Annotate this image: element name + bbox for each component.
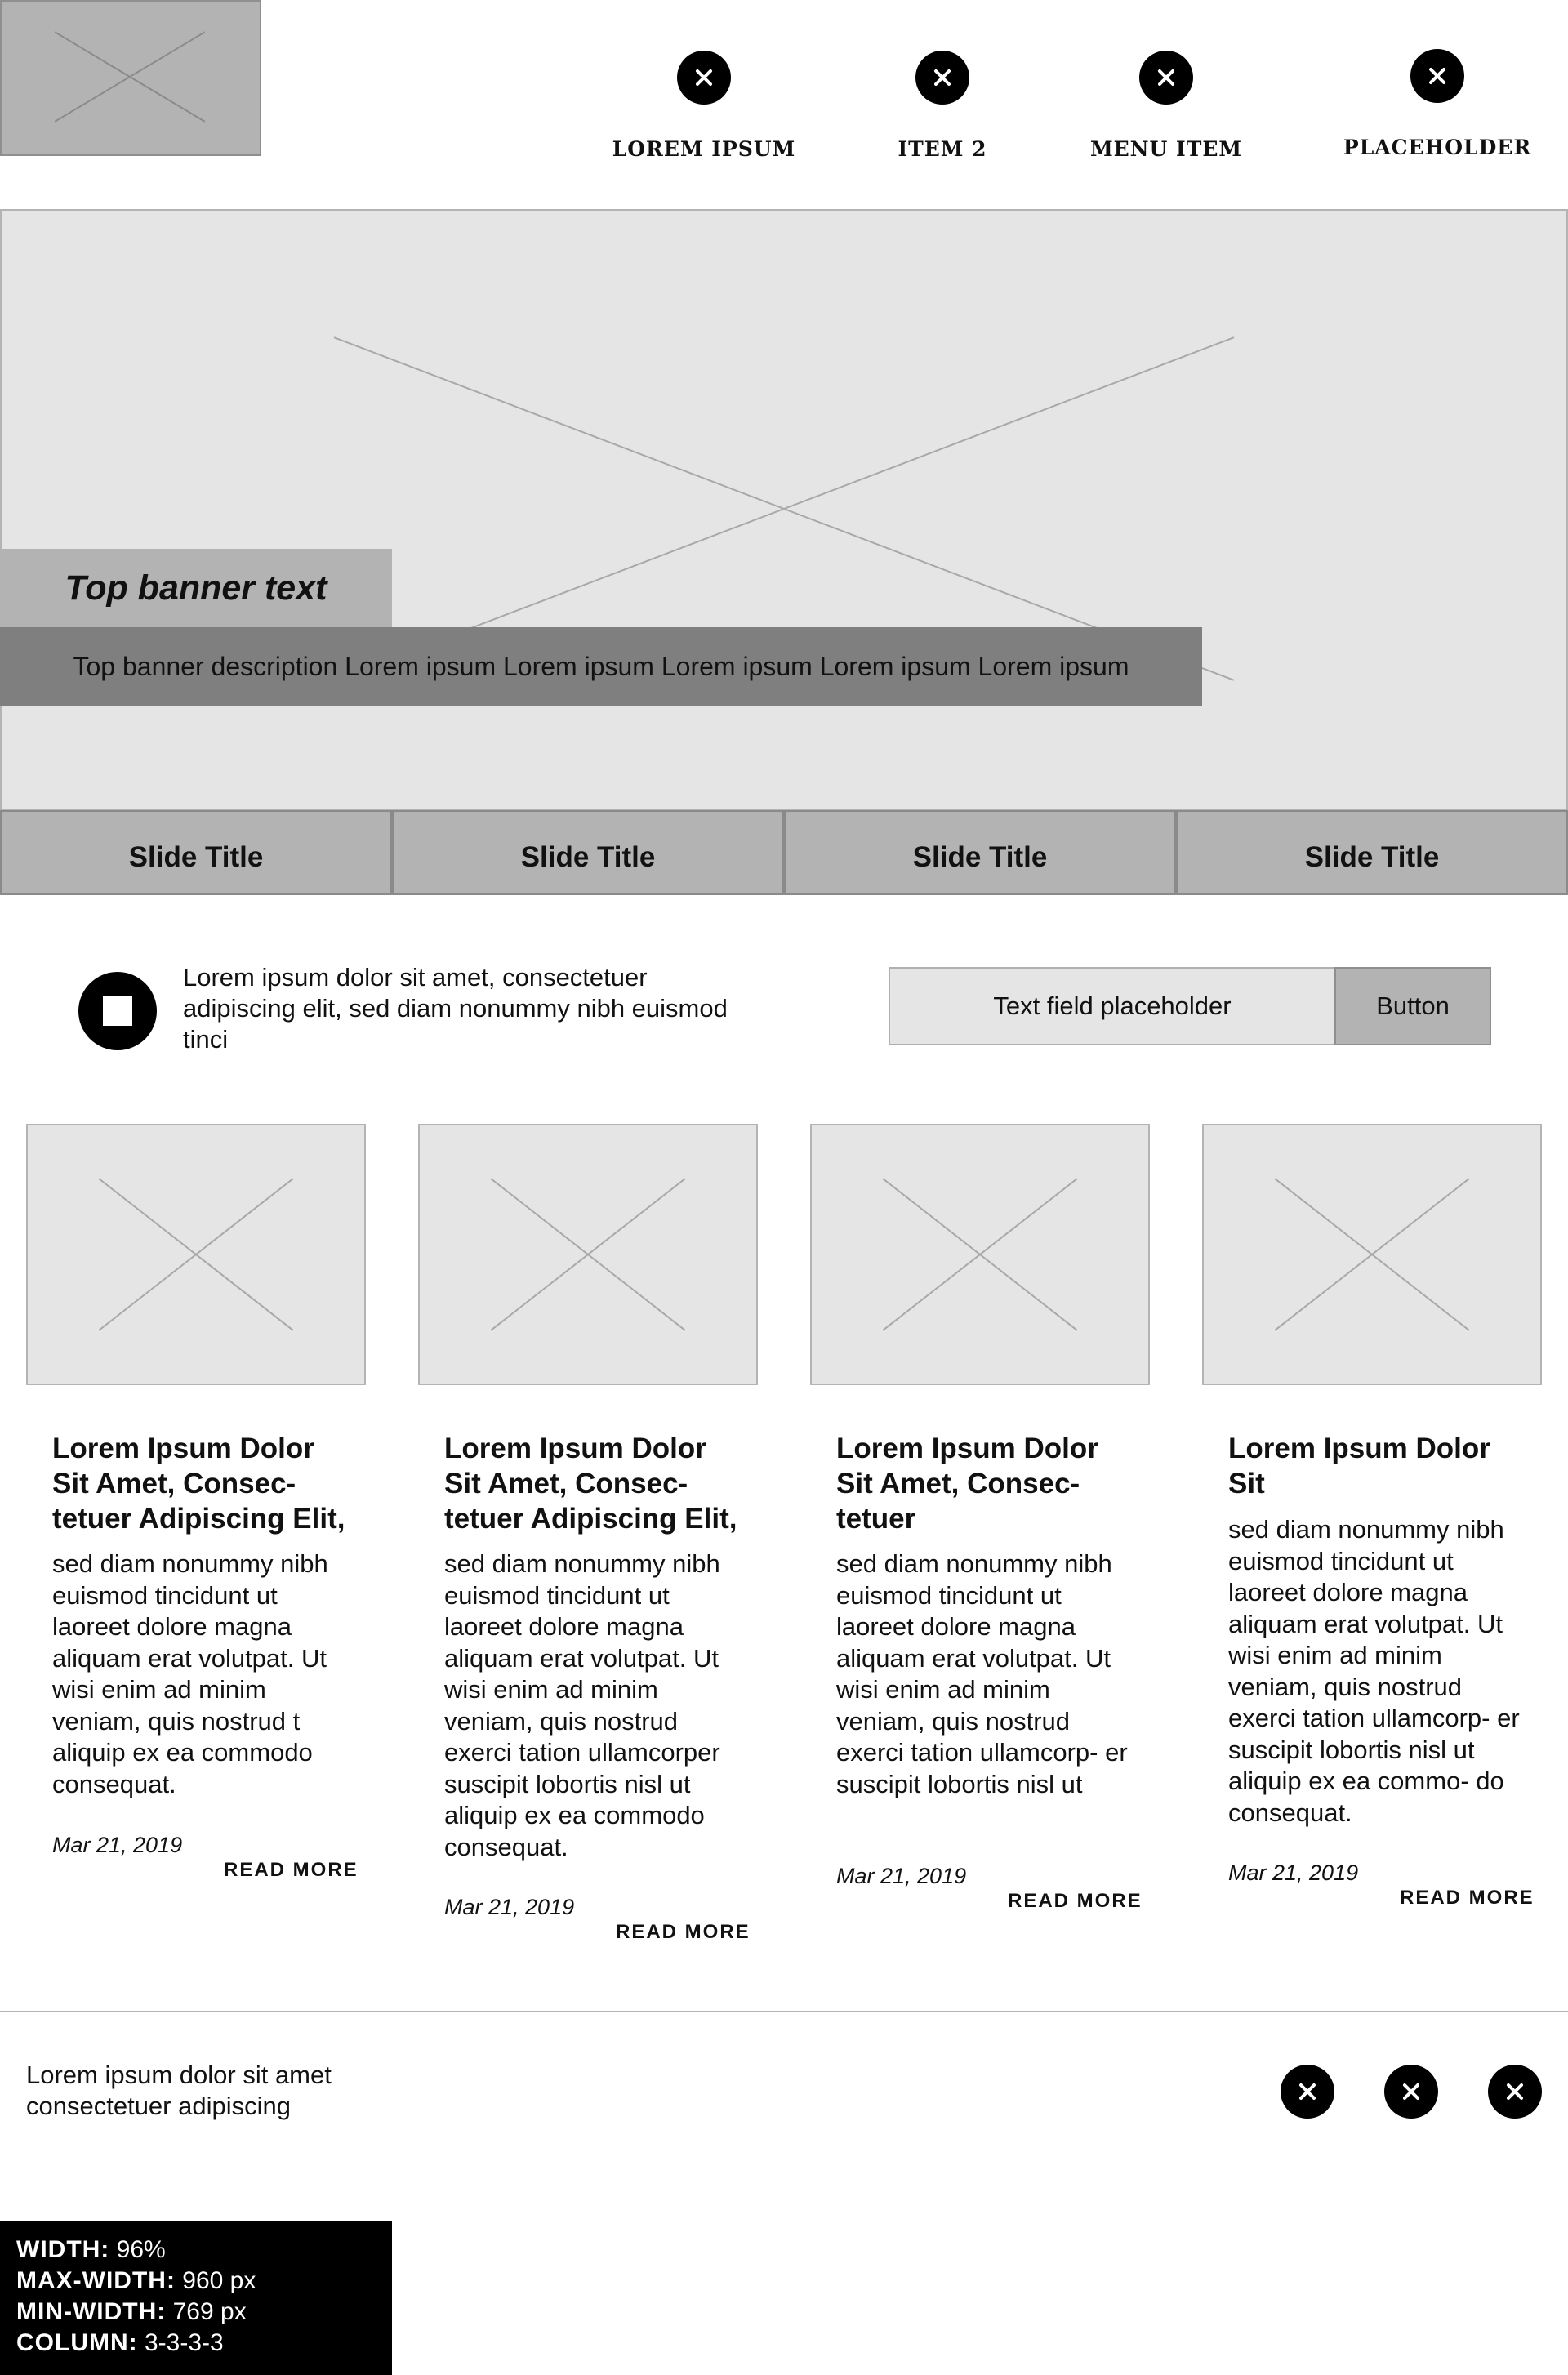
spec-value: 3-3-3-3 — [144, 2329, 224, 2356]
image-placeholder-icon — [54, 31, 206, 123]
card-title: Lorem Ipsum Dolor Sit — [1228, 1433, 1490, 1499]
nav-item-label: PLACEHOLDER — [1343, 136, 1532, 159]
nav-item-item-2[interactable]: ITEM 2 — [836, 51, 1049, 161]
slide-tab-4[interactable]: Slide Title — [1176, 810, 1568, 895]
spec-row: MAX-WIDTH: 960 px — [16, 2266, 392, 2297]
card-date: Mar 21, 2019 — [444, 1895, 575, 1919]
social-close-icon[interactable] — [1384, 2065, 1438, 2119]
hero-image-placeholder — [0, 209, 1568, 810]
image-placeholder-icon — [333, 336, 1235, 681]
logo-placeholder[interactable] — [0, 0, 261, 156]
read-more-link[interactable]: READ MORE — [616, 1921, 751, 1944]
card-body: sed diam nonummy nibh euismod tincidunt … — [836, 1549, 1128, 1798]
image-placeholder-icon — [98, 1178, 294, 1331]
spec-value: 960 px — [182, 2267, 256, 2294]
nav-item-menu-item[interactable]: MENU ITEM — [1060, 51, 1272, 161]
card-body: sed diam nonummy nibh euismod tincidunt … — [1228, 1515, 1520, 1827]
close-icon — [1410, 49, 1464, 103]
stop-icon[interactable] — [78, 972, 157, 1050]
footer-divider — [0, 2011, 1568, 2012]
card-date: Mar 21, 2019 — [1228, 1860, 1359, 1885]
banner-title-box: Top banner text — [0, 549, 392, 627]
spec-key: WIDTH: — [16, 2236, 110, 2263]
layout-spec-box: WIDTH: 96% MAX-WIDTH: 960 px MIN-WIDTH: … — [0, 2221, 392, 2375]
read-more-link[interactable]: READ MORE — [1400, 1887, 1535, 1909]
card-image-placeholder[interactable] — [810, 1124, 1150, 1385]
spec-row: WIDTH: 96% — [16, 2235, 392, 2266]
social-close-icon[interactable] — [1281, 2065, 1334, 2119]
text-field[interactable]: Text field placeholder — [889, 967, 1336, 1045]
banner-title: Top banner text — [65, 568, 327, 608]
card-date: Mar 21, 2019 — [836, 1864, 967, 1888]
footer-text: Lorem ipsum dolor sit amet consectetuer … — [26, 2061, 332, 2120]
nav-item-label: ITEM 2 — [898, 137, 987, 161]
nav-item-label: LOREM IPSUM — [612, 137, 796, 161]
card-body: sed diam nonummy nibh euismod tincidunt … — [444, 1549, 720, 1861]
card-title: Lorem Ipsum Dolor Sit Amet, Consec- tetu… — [52, 1433, 345, 1535]
spec-value: 96% — [116, 2236, 166, 2263]
card-image-placeholder[interactable] — [26, 1124, 366, 1385]
card-title: Lorem Ipsum Dolor Sit Amet, Consec- tetu… — [444, 1433, 737, 1535]
intro-text: Lorem ipsum dolor sit amet, consectetuer… — [183, 963, 728, 1054]
social-close-icon[interactable] — [1488, 2065, 1542, 2119]
spec-key: COLUMN: — [16, 2329, 138, 2356]
close-icon — [1139, 51, 1193, 105]
image-placeholder-icon — [882, 1178, 1078, 1331]
card-date: Mar 21, 2019 — [52, 1833, 183, 1857]
slide-tab-3[interactable]: Slide Title — [784, 810, 1176, 895]
close-icon — [677, 51, 731, 105]
nav-item-lorem-ipsum[interactable]: LOREM IPSUM — [598, 51, 810, 161]
banner-description-box: Top banner description Lorem ipsum Lorem… — [0, 627, 1202, 706]
nav-item-placeholder[interactable]: PLACEHOLDER — [1331, 49, 1544, 159]
banner-description: Top banner description Lorem ipsum Lorem… — [73, 652, 1129, 681]
nav-item-label: MENU ITEM — [1089, 137, 1243, 161]
slide-tab-1[interactable]: Slide Title — [0, 810, 392, 895]
card-image-placeholder[interactable] — [1202, 1124, 1542, 1385]
card-body: sed diam nonummy nibh euismod tincidunt … — [52, 1549, 328, 1798]
close-icon — [915, 51, 969, 105]
read-more-link[interactable]: READ MORE — [224, 1859, 359, 1882]
slide-tab-2[interactable]: Slide Title — [392, 810, 784, 895]
spec-row: MIN-WIDTH: 769 px — [16, 2297, 392, 2328]
spec-value: 769 px — [172, 2298, 247, 2325]
read-more-link[interactable]: READ MORE — [1008, 1890, 1143, 1913]
stop-square — [103, 996, 132, 1026]
card-title: Lorem Ipsum Dolor Sit Amet, Consec- tetu… — [836, 1433, 1098, 1535]
spec-key: MAX-WIDTH: — [16, 2267, 176, 2294]
image-placeholder-icon — [1274, 1178, 1470, 1331]
card-image-placeholder[interactable] — [418, 1124, 758, 1385]
spec-key: MIN-WIDTH: — [16, 2298, 167, 2325]
submit-button[interactable]: Button — [1334, 967, 1491, 1045]
image-placeholder-icon — [490, 1178, 686, 1331]
spec-row: COLUMN: 3-3-3-3 — [16, 2328, 392, 2359]
